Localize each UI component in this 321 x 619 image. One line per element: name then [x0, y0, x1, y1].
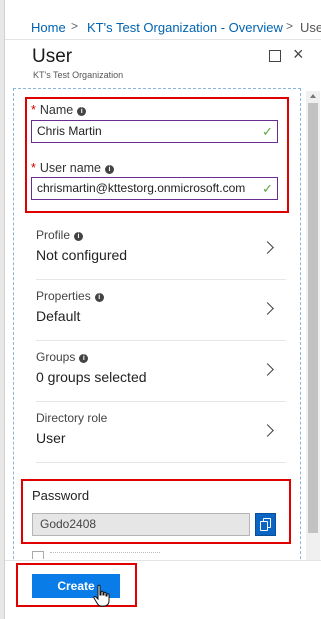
blade-subtitle: KT's Test Organization [33, 70, 124, 80]
info-icon[interactable]: i [77, 107, 87, 116]
password-label: Password [32, 488, 90, 503]
blade-title: User [32, 46, 73, 67]
info-icon[interactable]: i [74, 232, 84, 241]
breadcrumb-home[interactable]: Home [31, 20, 66, 35]
maximize-icon[interactable] [269, 50, 281, 62]
breadcrumb-separator: > [71, 19, 79, 33]
breadcrumb: Home > KT's Test Organization - Overview… [0, 0, 321, 40]
name-field[interactable]: Chris Martin ✓ [31, 120, 278, 143]
required-marker: * [31, 161, 36, 175]
properties-row[interactable]: Properties i Default [36, 283, 286, 341]
scroll-thumb[interactable] [308, 103, 318, 533]
partial-checkbox[interactable] [32, 551, 44, 559]
name-label: * Name i [31, 103, 87, 117]
partial-hidden-text [50, 552, 160, 555]
copy-button[interactable] [255, 513, 276, 536]
directory-role-title: Directory role [36, 411, 108, 425]
directory-role-value: User [36, 430, 66, 446]
check-icon: ✓ [262, 124, 273, 139]
check-icon: ✓ [262, 181, 273, 196]
profile-value: Not configured [36, 247, 128, 263]
breadcrumb-separator: > [286, 19, 294, 33]
properties-title: Properties [36, 289, 91, 303]
info-icon[interactable]: i [105, 165, 115, 174]
groups-row[interactable]: Groups i 0 groups selected [36, 344, 286, 402]
close-icon[interactable]: × [293, 45, 304, 63]
blade-header: User KT's Test Organization × [5, 40, 321, 84]
hand-cursor-icon [93, 584, 110, 607]
username-field[interactable]: chrismartin@kttestorg.onmicrosoft.com ✓ [31, 177, 278, 200]
groups-title: Groups [36, 350, 76, 364]
profile-title: Profile [36, 228, 71, 242]
properties-value: Default [36, 308, 81, 324]
scroll-up-arrow-icon[interactable] [310, 94, 316, 98]
profile-row[interactable]: Profile i Not configured [36, 222, 286, 280]
scrollbar[interactable] [306, 91, 320, 597]
directory-role-row[interactable]: Directory role User [36, 405, 286, 463]
breadcrumb-current: Use [300, 20, 321, 35]
required-marker: * [31, 103, 36, 117]
username-label: * User name i [31, 161, 115, 175]
info-icon[interactable]: i [79, 354, 89, 363]
password-field: Godo2408 [32, 513, 250, 536]
chevron-right-icon[interactable] [261, 241, 274, 254]
chevron-right-icon[interactable] [261, 302, 274, 315]
chevron-right-icon[interactable] [261, 424, 274, 437]
info-icon[interactable]: i [94, 293, 104, 302]
breadcrumb-overview[interactable]: KT's Test Organization - Overview [87, 20, 283, 35]
chevron-right-icon[interactable] [261, 363, 274, 376]
groups-value: 0 groups selected [36, 369, 147, 385]
